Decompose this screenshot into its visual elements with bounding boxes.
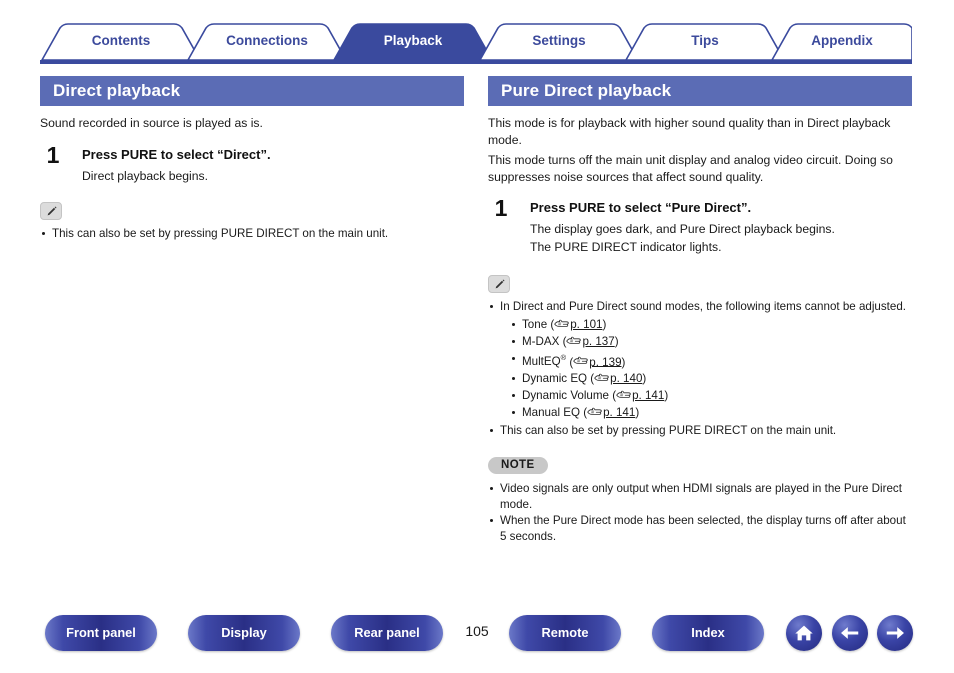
restricted-item-name: Dynamic Volume <box>522 389 609 403</box>
front-panel-button[interactable]: Front panel <box>45 615 157 651</box>
bottom-navigation-bar: Front panel Display Rear panel 105 Remot… <box>0 615 954 659</box>
page-reference-link[interactable]: p. 141 <box>603 406 635 419</box>
pointing-hand-icon <box>566 335 582 351</box>
right-intro-text-1: This mode is for playback with higher so… <box>488 116 891 147</box>
step-body-text-1: The display goes dark, and Pure Direct p… <box>530 222 835 236</box>
pencil-icon <box>488 275 510 293</box>
restricted-item-name: MultEQ® <box>522 353 567 369</box>
list-item: When the Pure Direct mode has been selec… <box>488 513 912 544</box>
tab-appendix[interactable]: Appendix <box>772 22 912 60</box>
list-item: Dynamic EQ (p. 140) <box>510 371 912 388</box>
page-number: 105 <box>465 623 489 639</box>
list-item: Dynamic Volume (p. 141) <box>510 388 912 405</box>
page-reference-link[interactable]: p. 141 <box>632 389 664 402</box>
step-title: Press PURE to select “Direct”. <box>82 146 271 162</box>
pointing-hand-icon <box>616 389 631 405</box>
tab-underline-rule <box>40 60 912 64</box>
right-intro-text-2: This mode turns off the main unit displa… <box>488 153 893 184</box>
arrow-right-glyph <box>886 627 904 639</box>
rear-panel-button[interactable]: Rear panel <box>331 615 443 651</box>
pencil-glyph <box>495 278 505 288</box>
pencil-glyph <box>47 205 57 215</box>
step-body-text-2: The PURE DIRECT indicator lights. <box>530 239 722 254</box>
left-note-list: This can also be set by pressing PURE DI… <box>40 226 464 242</box>
tab-bar: Contents Connections Playback Settings T… <box>40 22 912 62</box>
list-item: This can also be set by pressing PURE DI… <box>40 226 464 242</box>
pointing-hand-icon <box>594 372 609 388</box>
list-item: Tone (p. 101) <box>510 317 912 334</box>
list-item: Manual EQ (p. 141) <box>510 405 912 422</box>
list-item: M-DAX (p. 137) <box>510 334 912 351</box>
page-reference-link[interactable]: p. 101 <box>570 318 602 331</box>
tab-tips[interactable]: Tips <box>626 22 784 60</box>
left-column: Direct playback Sound recorded in source… <box>40 76 464 243</box>
note-warning-list: Video signals are only output when HDMI … <box>488 481 912 544</box>
restricted-item-name: M-DAX <box>522 334 560 348</box>
restricted-items-list: Tone (p. 101) M-DAX (p. 137) MultEQ® (p. 1… <box>488 317 912 422</box>
page-reference-link[interactable]: p. 139 <box>589 355 621 368</box>
tab-settings[interactable]: Settings <box>480 22 638 60</box>
right-section-header: Pure Direct playback <box>488 76 912 106</box>
list-item: In Direct and Pure Direct sound modes, t… <box>488 299 912 315</box>
pointing-hand-icon <box>587 406 602 422</box>
restricted-item-name: Tone <box>522 317 548 331</box>
step-number: 1 <box>494 195 508 221</box>
step-title: Press PURE to select “Pure Direct”. <box>530 200 752 215</box>
list-item: This can also be set by pressing PURE DI… <box>488 423 912 439</box>
tab-contents[interactable]: Contents <box>42 22 200 60</box>
right-step-1: 1 Press PURE to select “Pure Direct”. Th… <box>488 195 912 255</box>
note-badge: NOTE <box>488 457 548 475</box>
right-note-list-outro: This can also be set by pressing PURE DI… <box>488 423 912 439</box>
arrow-left-icon[interactable] <box>832 615 868 651</box>
left-note-block: This can also be set by pressing PURE DI… <box>40 202 464 242</box>
tab-playback[interactable]: Playback <box>334 22 492 60</box>
restricted-item-name: Manual EQ <box>522 406 580 420</box>
right-note-list: In Direct and Pure Direct sound modes, t… <box>488 299 912 315</box>
note-warning-block: NOTE Video signals are only output when … <box>488 455 912 544</box>
right-column: Pure Direct playback This mode is for pl… <box>488 76 912 545</box>
left-section-header: Direct playback <box>40 76 464 106</box>
step-number: 1 <box>46 141 60 168</box>
left-intro-text: Sound recorded in source is played as is… <box>40 116 263 130</box>
pointing-hand-icon <box>554 318 569 334</box>
arrow-left-glyph <box>841 627 859 639</box>
left-step-1: 1 Press PURE to select “Direct”. Direct … <box>40 142 464 185</box>
manual-page: Contents Connections Playback Settings T… <box>0 0 954 673</box>
restricted-item-name: Dynamic EQ <box>522 372 588 386</box>
list-item: MultEQ® (p. 139) <box>510 351 912 371</box>
list-item: Video signals are only output when HDMI … <box>488 481 912 512</box>
pointing-hand-icon <box>573 355 588 371</box>
page-reference-link[interactable]: p. 137 <box>582 335 614 348</box>
page-reference-link[interactable]: p. 140 <box>610 372 642 385</box>
home-icon[interactable] <box>786 615 822 651</box>
tab-connections[interactable]: Connections <box>188 22 346 60</box>
right-note-block: In Direct and Pure Direct sound modes, t… <box>488 275 912 438</box>
arrow-right-icon[interactable] <box>877 615 913 651</box>
registered-mark: ® <box>560 353 567 363</box>
index-button[interactable]: Index <box>652 615 764 651</box>
pencil-icon <box>40 202 62 220</box>
remote-button[interactable]: Remote <box>509 615 621 651</box>
display-button[interactable]: Display <box>188 615 300 651</box>
step-body-text: Direct playback begins. <box>82 168 208 183</box>
home-glyph <box>795 625 813 641</box>
